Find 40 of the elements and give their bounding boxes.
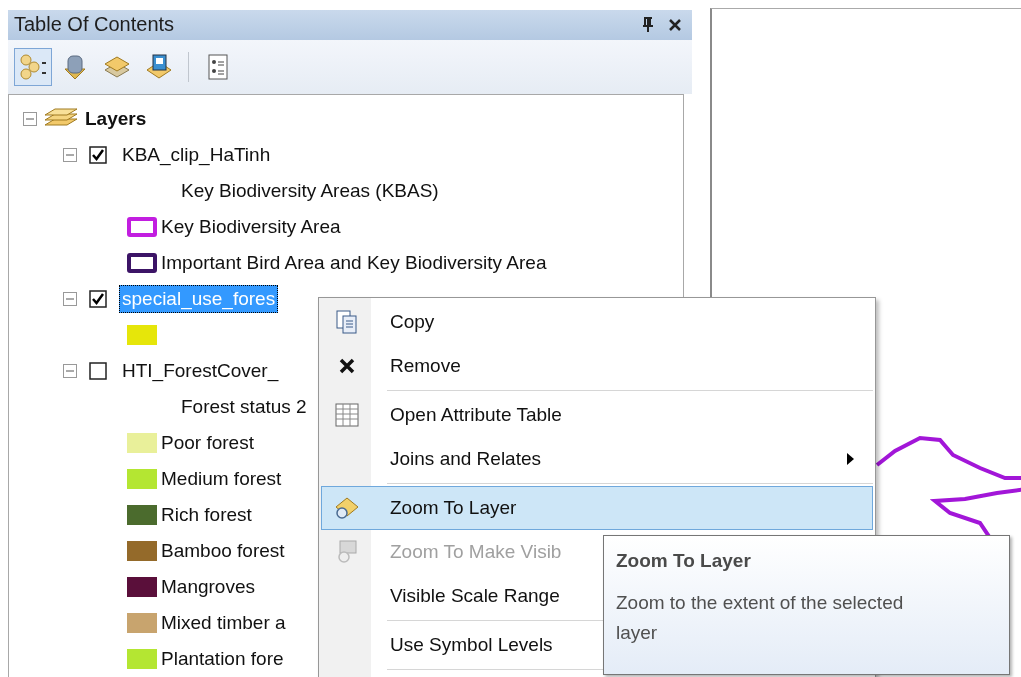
layer-name[interactable]: KBA_clip_HaTinh	[119, 141, 274, 169]
collapse-toggle[interactable]	[63, 364, 77, 378]
layer-checkbox[interactable]	[89, 146, 107, 164]
collapse-toggle[interactable]	[23, 112, 37, 126]
legend-label: Mangroves	[161, 576, 255, 598]
menu-item[interactable]: Zoom To Layer	[321, 486, 873, 530]
menu-item[interactable]: Copy	[321, 300, 873, 344]
legend-heading: Key Biodiversity Areas (KBAS)	[181, 180, 439, 202]
legend-label: Poor forest	[161, 432, 254, 454]
layers-label[interactable]: Layers	[85, 108, 147, 130]
close-icon[interactable]	[668, 17, 682, 32]
layer-checkbox[interactable]	[89, 362, 107, 380]
legend-label: Rich forest	[161, 504, 252, 526]
menu-item[interactable]: Joins and Relates	[321, 437, 873, 481]
legend-label: Medium forest	[161, 468, 282, 490]
copy-icon	[336, 309, 358, 335]
panel-title: Table Of Contents	[14, 13, 175, 37]
submenu-arrow-icon	[847, 453, 854, 465]
table-icon	[335, 403, 359, 427]
legend-label: Important Bird Area and Key Biodiversity Area	[161, 252, 547, 274]
legend-heading: Forest status 2	[181, 396, 307, 418]
legend-label: Bamboo forest	[161, 540, 285, 562]
layer-checkbox[interactable]	[89, 290, 107, 308]
menu-item[interactable]: Open Attribute Table	[321, 393, 873, 437]
layer-name[interactable]: HTI_ForestCover_	[119, 357, 282, 385]
remove-icon	[338, 357, 356, 375]
legend-label: Mixed timber a	[161, 612, 286, 634]
drawing-order-button[interactable]	[14, 47, 52, 86]
tooltip-title: Zoom To Layer	[616, 550, 752, 572]
layer-picture-icon	[145, 52, 173, 81]
zoom-layer-icon	[334, 495, 360, 521]
menu-item[interactable]: Remove	[321, 344, 873, 388]
legend-label: Key Biodiversity Area	[161, 216, 341, 238]
collapse-toggle[interactable]	[63, 292, 77, 306]
list-icon	[206, 52, 230, 81]
tooltip-text: Zoom to the extent of the selected layer	[616, 591, 905, 645]
legend-label: Plantation fore	[161, 648, 284, 670]
pin-icon[interactable]	[642, 16, 654, 33]
collapse-toggle[interactable]	[63, 148, 77, 162]
drawing-order-icon	[19, 52, 47, 81]
